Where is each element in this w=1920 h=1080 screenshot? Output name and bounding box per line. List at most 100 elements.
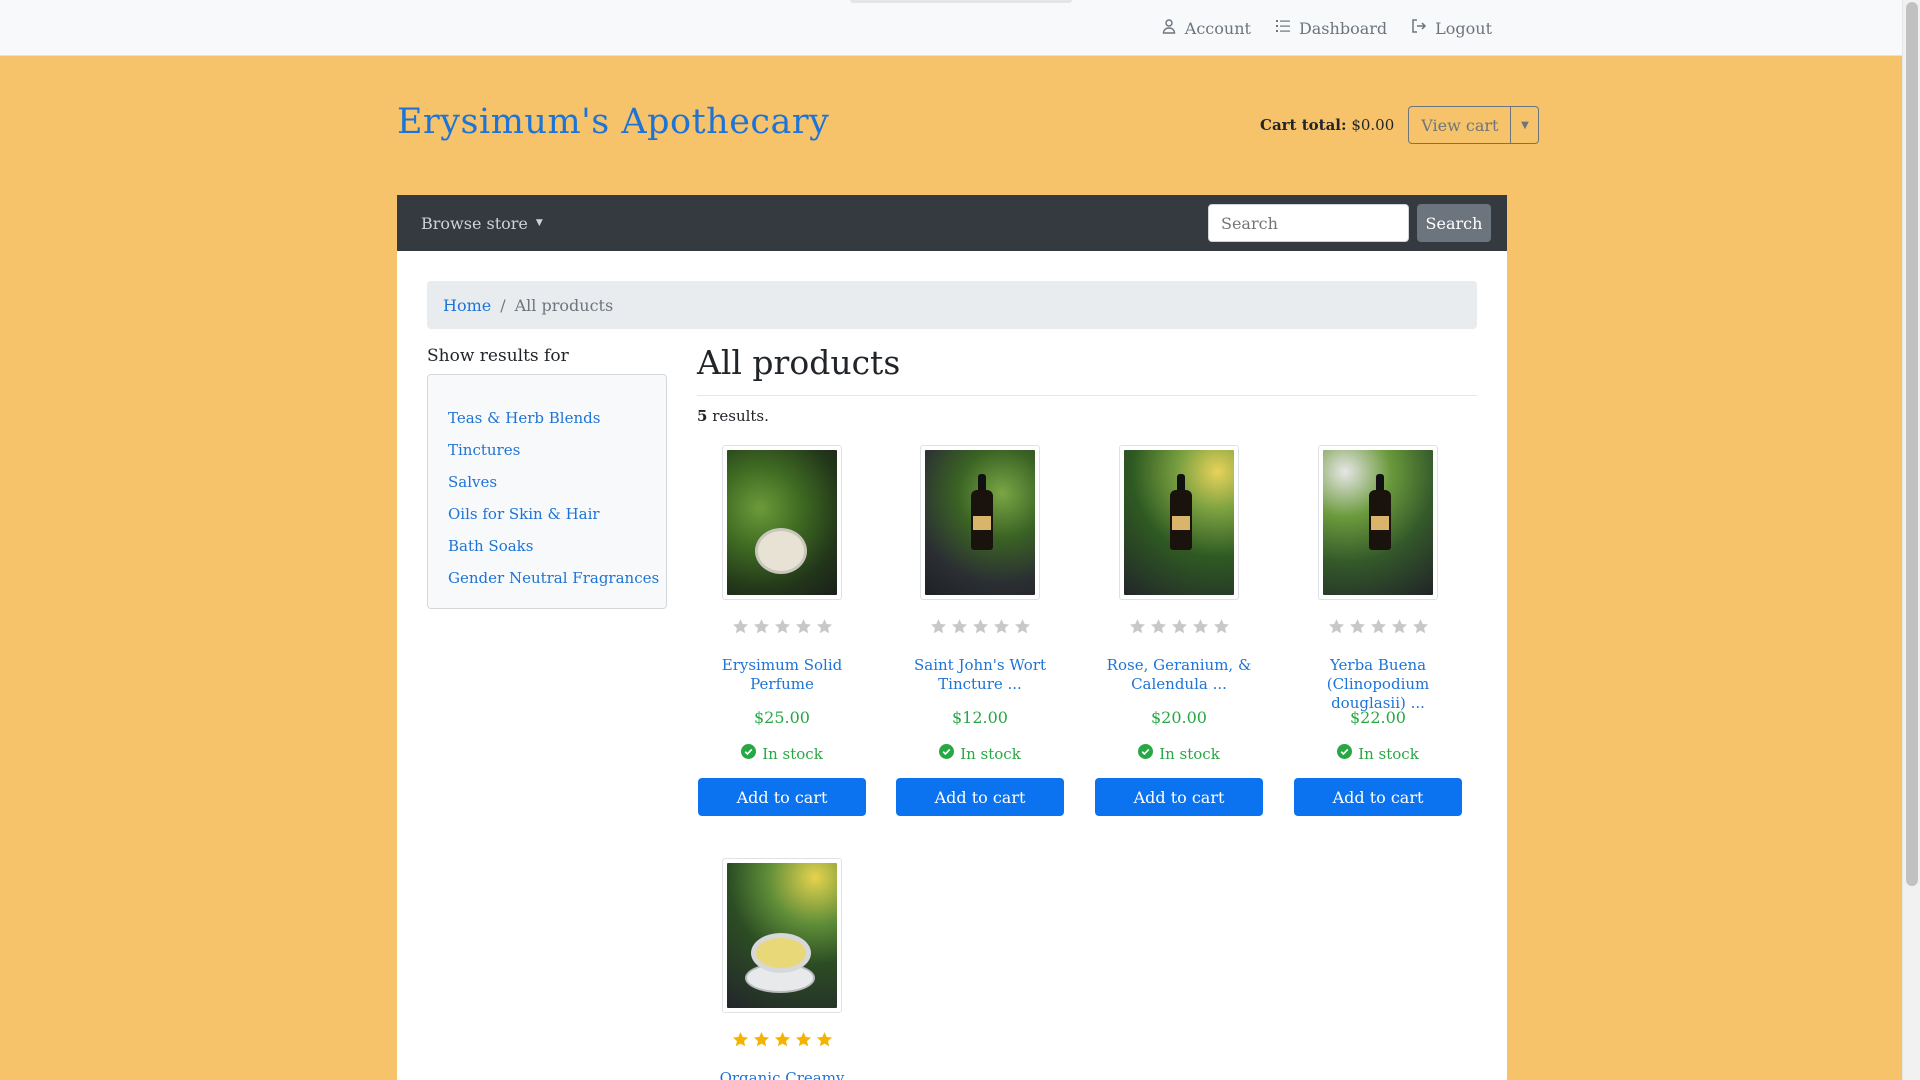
category-bath-soaks[interactable]: Bath Soaks xyxy=(448,530,666,562)
stock-label: In stock xyxy=(762,744,823,763)
search-input[interactable] xyxy=(1208,204,1409,242)
dashboard-label: Dashboard xyxy=(1298,18,1388,38)
check-circle-icon xyxy=(939,744,955,763)
bottle-shape xyxy=(1170,474,1192,550)
star-icon xyxy=(1171,619,1187,634)
product-price: $12.00 xyxy=(952,708,1008,727)
star-icon xyxy=(1370,619,1386,634)
caret-down-icon: ▼ xyxy=(1521,119,1529,131)
category-tinctures[interactable]: Tinctures xyxy=(448,434,666,466)
star-icon xyxy=(732,619,748,634)
add-to-cart-button[interactable]: Add to cart xyxy=(896,778,1064,816)
star-rating[interactable] xyxy=(1094,618,1264,638)
product-image[interactable] xyxy=(722,858,842,1013)
product-image[interactable] xyxy=(1119,445,1239,600)
product-price: $22.00 xyxy=(1350,708,1406,727)
store-brand[interactable]: Erysimum's Apothecary xyxy=(397,102,829,142)
cart-total-value: $0.00 xyxy=(1351,116,1395,134)
product-name-link[interactable]: Saint John's Wort Tincture ... xyxy=(895,656,1065,694)
category-fragrances[interactable]: Gender Neutral Fragrances xyxy=(448,562,666,594)
star-icon xyxy=(993,619,1009,634)
page-title: All products xyxy=(697,343,901,382)
cart-dropdown-toggle[interactable]: ▼ xyxy=(1511,106,1540,144)
product-price: $25.00 xyxy=(754,708,810,727)
top-edge-tab xyxy=(850,0,1072,3)
stock-status: In stock xyxy=(895,744,1065,763)
product-image[interactable] xyxy=(1318,445,1438,600)
product-name-link[interactable]: Yerba Buena (Clinopodium douglasii) ... xyxy=(1293,656,1463,712)
product-card: Rose, Geranium, & Calendula ... $20.00 I… xyxy=(1094,445,1264,816)
star-icon xyxy=(753,1032,769,1047)
sign-out-icon xyxy=(1411,18,1427,38)
browse-store-dropdown[interactable]: Browse store ▼ xyxy=(421,195,543,251)
star-icon xyxy=(1328,619,1344,634)
view-cart-button[interactable]: View cart xyxy=(1408,106,1512,144)
breadcrumb: Home / All products xyxy=(427,281,1477,329)
star-icon xyxy=(1014,619,1030,634)
product-card: Saint John's Wort Tincture ... $12.00 In… xyxy=(895,445,1065,816)
star-icon xyxy=(816,619,832,634)
breadcrumb-home-link[interactable]: Home xyxy=(443,296,491,315)
star-icon xyxy=(774,1032,790,1047)
results-count: 5 results. xyxy=(697,407,769,425)
star-rating[interactable] xyxy=(1293,618,1463,638)
stock-label: In stock xyxy=(1358,744,1419,763)
scrollbar-thumb[interactable] xyxy=(1906,2,1918,886)
check-circle-icon xyxy=(1138,744,1154,763)
product-price: $20.00 xyxy=(1151,708,1207,727)
category-teas-herb-blends[interactable]: Teas & Herb Blends xyxy=(448,402,666,434)
add-to-cart-button[interactable]: Add to cart xyxy=(1294,778,1462,816)
title-divider xyxy=(697,395,1477,396)
account-label: Account xyxy=(1184,18,1251,38)
product-image[interactable] xyxy=(722,445,842,600)
bottle-shape xyxy=(971,474,993,550)
star-icon xyxy=(816,1032,832,1047)
cart-total: Cart total: $0.00 xyxy=(1260,116,1394,134)
jar-shape xyxy=(755,528,807,574)
star-rating[interactable] xyxy=(697,618,867,638)
star-icon xyxy=(753,619,769,634)
cart-summary: Cart total: $0.00 View cart ▼ xyxy=(1260,106,1540,144)
search-button[interactable]: Search xyxy=(1417,204,1491,242)
stock-label: In stock xyxy=(960,744,1021,763)
star-icon xyxy=(795,619,811,634)
logout-link[interactable]: Logout xyxy=(1411,18,1492,38)
list-icon xyxy=(1275,18,1291,38)
star-icon xyxy=(1213,619,1229,634)
star-icon xyxy=(1129,619,1145,634)
user-links: Account Dashboard Logout xyxy=(1161,0,1492,56)
category-list: Teas & Herb Blends Tinctures Salves Oils… xyxy=(427,374,667,609)
product-photo xyxy=(1124,450,1234,595)
store-navbar: Browse store ▼ Search xyxy=(397,195,1507,251)
check-circle-icon xyxy=(1337,744,1353,763)
logout-label: Logout xyxy=(1435,18,1492,38)
results-number: 5 xyxy=(697,407,708,425)
category-salves[interactable]: Salves xyxy=(448,466,666,498)
product-card: Yerba Buena (Clinopodium douglasii) ... … xyxy=(1293,445,1463,816)
browse-store-label: Browse store xyxy=(421,213,528,233)
star-icon xyxy=(1349,619,1365,634)
breadcrumb-current: All products xyxy=(514,295,614,315)
add-to-cart-button[interactable]: Add to cart xyxy=(698,778,866,816)
star-rating[interactable] xyxy=(895,618,1065,638)
product-name-link[interactable]: Rose, Geranium, & Calendula ... xyxy=(1094,656,1264,694)
page-scrollbar[interactable] xyxy=(1902,0,1920,1080)
star-rating[interactable] xyxy=(697,1031,867,1051)
star-icon xyxy=(951,619,967,634)
add-to-cart-button[interactable]: Add to cart xyxy=(1095,778,1263,816)
stock-label: In stock xyxy=(1159,744,1220,763)
star-icon xyxy=(1192,619,1208,634)
star-icon xyxy=(972,619,988,634)
product-image[interactable] xyxy=(920,445,1040,600)
dashboard-link[interactable]: Dashboard xyxy=(1275,18,1387,38)
star-icon xyxy=(795,1032,811,1047)
stock-status: In stock xyxy=(1094,744,1264,763)
account-link[interactable]: Account xyxy=(1161,18,1251,38)
category-oils[interactable]: Oils for Skin & Hair xyxy=(448,498,666,530)
tin-shape xyxy=(751,933,811,973)
product-photo xyxy=(727,450,837,595)
breadcrumb-separator: / xyxy=(500,295,506,315)
stock-status: In stock xyxy=(697,744,867,763)
product-name-link[interactable]: Organic Creamy xyxy=(697,1069,867,1080)
product-name-link[interactable]: Erysimum Solid Perfume xyxy=(697,656,867,694)
